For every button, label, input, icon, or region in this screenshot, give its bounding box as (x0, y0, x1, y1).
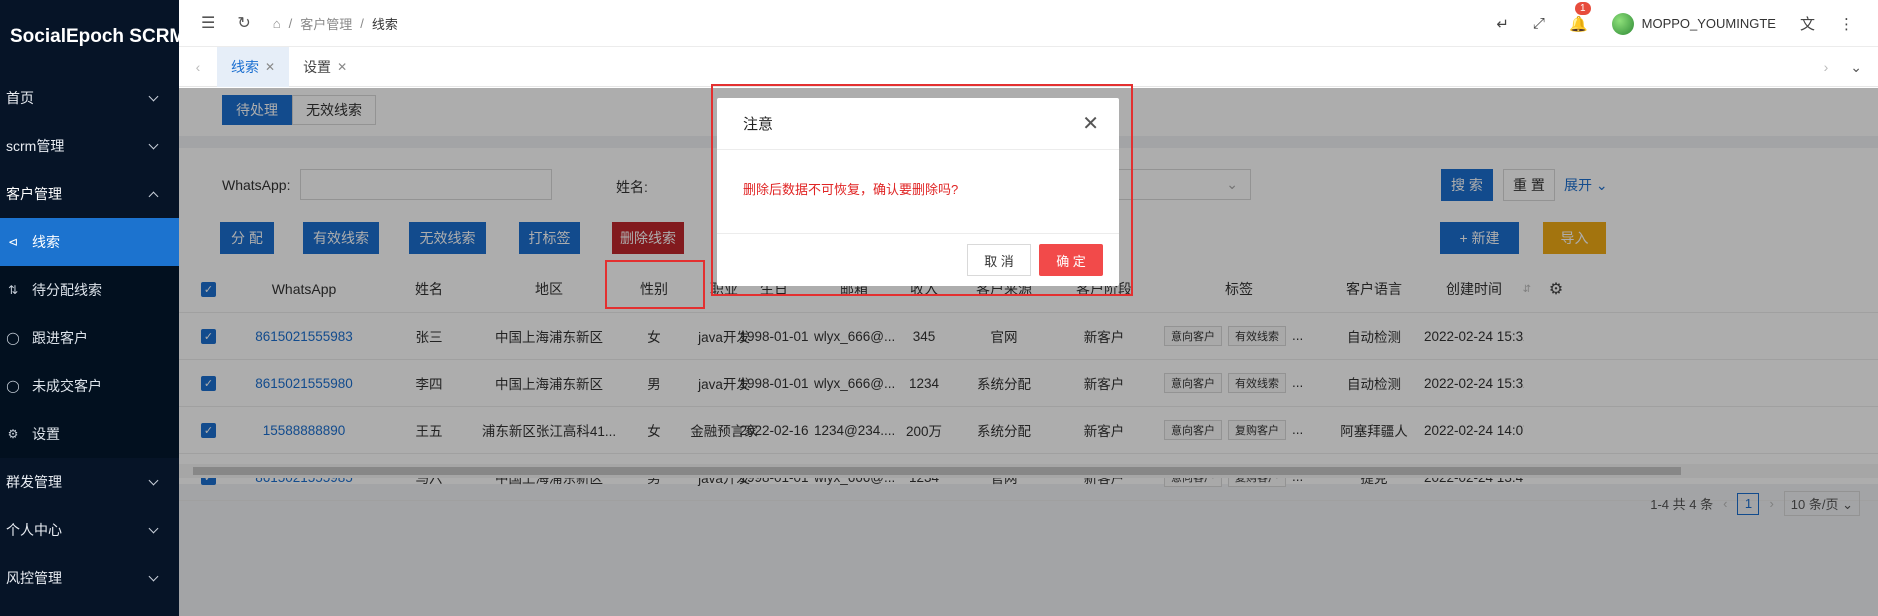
chevron-right-icon[interactable]: › (1824, 59, 1829, 75)
share-icon: ⊲ (7, 235, 19, 249)
top-right-tools: ↵ ⤢ 🔔 1 MOPPO_YOUMINGTE 文 ⋮ (1496, 0, 1878, 47)
avatar (1611, 12, 1634, 35)
gear-icon: ⚙ (7, 427, 19, 441)
sidebar-item-label: scrm管理 (6, 138, 65, 154)
translate-icon[interactable]: 文 (1800, 13, 1815, 34)
branch-icon: ⇅ (7, 283, 19, 297)
delete-button-highlight (605, 260, 705, 309)
menu-fold-icon[interactable]: ☰ (201, 13, 215, 33)
breadcrumb-sep: / (360, 15, 364, 31)
fullscreen-icon[interactable]: ⤢ (1533, 15, 1545, 32)
sidebar-item-leads[interactable]: ⊲ 线索 (0, 218, 179, 266)
sidebar-item-label: 未成交客户 (32, 378, 102, 394)
sidebar-item-settings[interactable]: ⚙ 设置 (0, 410, 179, 458)
close-icon[interactable]: ✕ (337, 60, 347, 74)
tab-label: 设置 (303, 58, 332, 75)
exit-icon[interactable]: ↵ (1496, 15, 1509, 33)
sidebar-item-label: 群发管理 (6, 474, 62, 490)
chevron-down-icon (148, 523, 159, 533)
home-icon[interactable]: ⌂ (273, 16, 281, 31)
chevron-up-icon (148, 191, 159, 201)
sidebar-item-customer-management[interactable]: 客户管理 (0, 170, 179, 218)
sidebar: SocialEpoch SCRM 首页 scrm管理 客户管理 ⊲ 线索 ⇅ 待分配… (0, 0, 185, 616)
sidebar-item-unassigned-leads[interactable]: ⇅ 待分配线索 (0, 266, 179, 314)
brand-name: SocialEpoch SCRM (10, 26, 186, 47)
user-menu[interactable]: MOPPO_YOUMINGTE (1611, 12, 1776, 35)
tab-bar: ‹ 线索 ✕ 设置 ✕ › ⌄ (179, 46, 1878, 87)
sidebar-item-label: 线索 (32, 234, 60, 250)
tab-label: 线索 (231, 58, 259, 75)
sidebar-item-follow-up[interactable]: ◯ 跟进客户 (0, 314, 179, 362)
sidebar-item-label: 个人中心 (6, 522, 62, 538)
sidebar-item-label: 风控管理 (6, 570, 62, 586)
refresh-icon[interactable]: ↻ (237, 13, 250, 33)
sidebar-item-personal-center[interactable]: 个人中心 (0, 506, 179, 554)
sidebar-item-unconverted[interactable]: ◯ 未成交客户 (0, 362, 179, 410)
chevron-down-icon (148, 139, 159, 149)
chevron-left-icon[interactable]: ‹ (179, 59, 217, 75)
bell-icon[interactable]: 🔔 1 (1569, 1, 1591, 33)
tab-leads[interactable]: 线索 ✕ (217, 46, 290, 87)
sidebar-item-home[interactable]: 首页 (0, 74, 179, 122)
user-icon: ◯ (6, 331, 20, 345)
sidebar-item-label: 设置 (32, 426, 60, 442)
tab-settings[interactable]: 设置 ✕ (289, 47, 361, 87)
chevron-down-icon (148, 91, 159, 101)
breadcrumb-item[interactable]: 客户管理 (300, 14, 352, 33)
username: MOPPO_YOUMINGTE (1641, 16, 1776, 31)
chevron-down-icon[interactable]: ⌄ (1850, 59, 1862, 76)
breadcrumb-current: 线索 (371, 16, 398, 32)
sidebar-item-label: 首页 (6, 90, 34, 106)
top-bar: ☰ ↻ ⌂ / 客户管理 / 线索 ↵ ⤢ 🔔 1 MOPPO_YOUMINGTE 文… (179, 0, 1878, 47)
notification-badge: 1 (1574, 1, 1591, 15)
chevron-down-icon (148, 571, 159, 581)
more-vertical-icon[interactable]: ⋮ (1839, 15, 1854, 33)
sidebar-item-label: 客户管理 (6, 186, 62, 202)
close-icon[interactable]: ✕ (265, 60, 275, 74)
chevron-down-icon (148, 475, 159, 485)
brand-logo: SocialEpoch SCRM (0, 0, 185, 74)
dialog-highlight (711, 84, 1133, 296)
tab-controls: › ⌄ (1824, 47, 1878, 87)
sidebar-item-risk-control[interactable]: 风控管理 (0, 554, 179, 602)
sidebar-item-mass-send[interactable]: 群发管理 (0, 458, 179, 506)
breadcrumb: ⌂ / 客户管理 / 线索 (273, 14, 398, 33)
sidebar-item-label: 待分配线索 (32, 282, 102, 298)
sidebar-item-label: 跟进客户 (32, 330, 88, 346)
user-icon: ◯ (6, 379, 20, 393)
breadcrumb-sep: / (288, 15, 293, 31)
sidebar-item-scrm[interactable]: scrm管理 (0, 122, 179, 170)
